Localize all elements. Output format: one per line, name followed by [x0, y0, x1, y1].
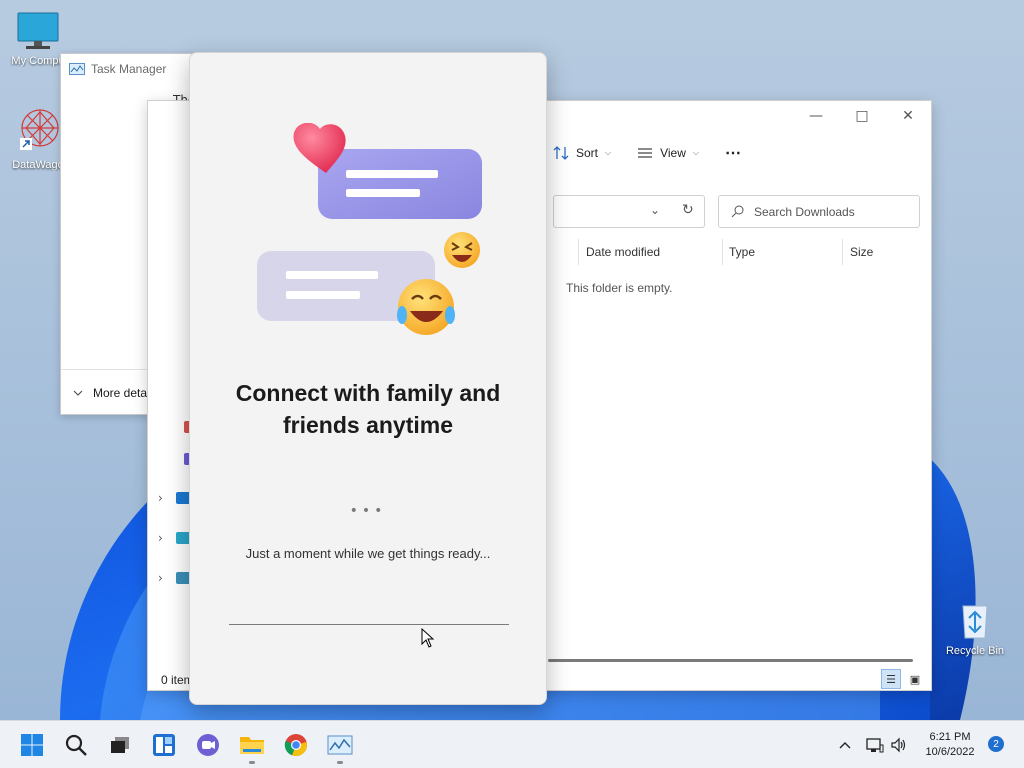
recycle-bin-icon [962, 605, 988, 639]
layout-toggle: ☰ ▣ [881, 669, 925, 689]
headline-line-2: friends anytime [283, 412, 453, 438]
headline-line-1: Connect with family and [235, 380, 501, 406]
close-button[interactable]: ✕ [885, 101, 931, 131]
chevron-down-icon: ⌵ [605, 148, 612, 157]
progress-bar [229, 624, 509, 625]
maximize-button[interactable]: □ [839, 101, 885, 131]
task-view-button[interactable] [104, 729, 136, 761]
task-manager-title: Task Manager [91, 62, 167, 76]
column-type[interactable]: Type [729, 245, 755, 259]
chevron-down-icon [73, 390, 83, 396]
see-more-button[interactable]: ⋯ [725, 143, 741, 163]
view-list-icon [638, 148, 653, 158]
system-clock[interactable]: 6:21 PM 10/6/2022 [918, 730, 982, 760]
expand-chevron-icon[interactable]: › [158, 531, 163, 545]
expand-chevron-icon[interactable]: › [158, 491, 163, 505]
desktop-icon-label: Recycle Bin [945, 645, 1005, 657]
horizontal-scrollbar[interactable] [548, 659, 913, 662]
search-icon [65, 734, 87, 756]
view-button[interactable]: View ⌵ [637, 146, 699, 160]
task-manager-titlebar[interactable]: Task Manager [69, 62, 166, 76]
window-controls: — □ ✕ [793, 101, 931, 131]
onedrive-icon[interactable] [176, 492, 190, 504]
minimize-button[interactable]: — [793, 101, 839, 131]
more-options-icon: ⋯ [724, 145, 741, 162]
search-icon [731, 205, 744, 218]
address-bar[interactable]: ⌄ ↻ [553, 195, 705, 228]
teams-chat-icon [197, 734, 219, 756]
loading-dots: ••• [349, 503, 387, 519]
this-pc-icon[interactable] [176, 532, 190, 544]
clock-date: 10/6/2022 [925, 746, 975, 758]
desktop-icon-recycle-bin[interactable]: Recycle Bin [937, 600, 1013, 657]
start-button[interactable] [16, 729, 48, 761]
search-placeholder: Search Downloads [754, 204, 855, 219]
windows-logo-icon [21, 734, 43, 756]
datawagon-logo-icon [20, 109, 59, 150]
chat-illustration [257, 123, 482, 335]
taskbar: 6:21 PM 10/6/2022 [0, 720, 1024, 768]
refresh-icon[interactable]: ↻ [682, 202, 694, 218]
mouse-cursor-icon [421, 628, 435, 648]
loading-message: Just a moment while we get things ready.… [245, 546, 491, 561]
search-box[interactable]: Search Downloads [718, 195, 920, 228]
network-icon[interactable] [176, 572, 190, 584]
teams-onboarding-dialog: Connect with family and friends anytime … [189, 52, 547, 705]
running-indicator [337, 761, 343, 764]
column-date-modified[interactable]: Date modified [586, 245, 660, 259]
task-manager-icon [327, 735, 353, 755]
expand-chevron-icon[interactable]: › [158, 571, 163, 585]
dialog-headline: Connect with family and friends anytime [190, 377, 546, 441]
task-manager-taskbar-button[interactable] [324, 729, 356, 764]
clock-time: 6:21 PM [929, 731, 971, 743]
running-indicator [249, 761, 255, 764]
view-label: View [660, 146, 686, 160]
column-size[interactable]: Size [850, 245, 873, 259]
chrome-icon [284, 734, 307, 757]
folder-icon [240, 737, 264, 754]
widgets-button[interactable] [148, 729, 180, 761]
sort-label: Sort [576, 146, 599, 160]
details-view-icon[interactable]: ☰ [881, 669, 901, 689]
task-view-icon [111, 737, 129, 753]
network-icon [866, 738, 884, 753]
search-taskbar-button[interactable] [60, 729, 92, 761]
teams-chat-button[interactable] [192, 729, 224, 761]
monitor-icon [17, 12, 59, 49]
speaker-icon [891, 737, 906, 753]
chrome-taskbar-button[interactable] [280, 729, 312, 761]
chevron-up-icon [839, 742, 851, 749]
explorer-toolbar: Sort ⌵ View ⌵ ⋯ [553, 143, 741, 163]
task-manager-icon [69, 63, 85, 75]
volume-tray-icon[interactable] [890, 721, 908, 768]
sort-icon [553, 146, 569, 160]
notification-badge[interactable]: 2 [988, 736, 1004, 752]
large-icons-view-icon[interactable]: ▣ [905, 669, 925, 689]
network-tray-icon[interactable] [866, 721, 884, 768]
widgets-icon [153, 734, 175, 756]
empty-folder-message: This folder is empty. [566, 281, 673, 295]
chevron-down-icon: ⌵ [692, 148, 699, 157]
sort-button[interactable]: Sort ⌵ [553, 146, 611, 160]
file-explorer-taskbar-button[interactable] [236, 729, 268, 764]
show-hidden-icons-button[interactable] [838, 721, 852, 768]
chevron-down-icon[interactable]: ⌄ [650, 203, 660, 217]
